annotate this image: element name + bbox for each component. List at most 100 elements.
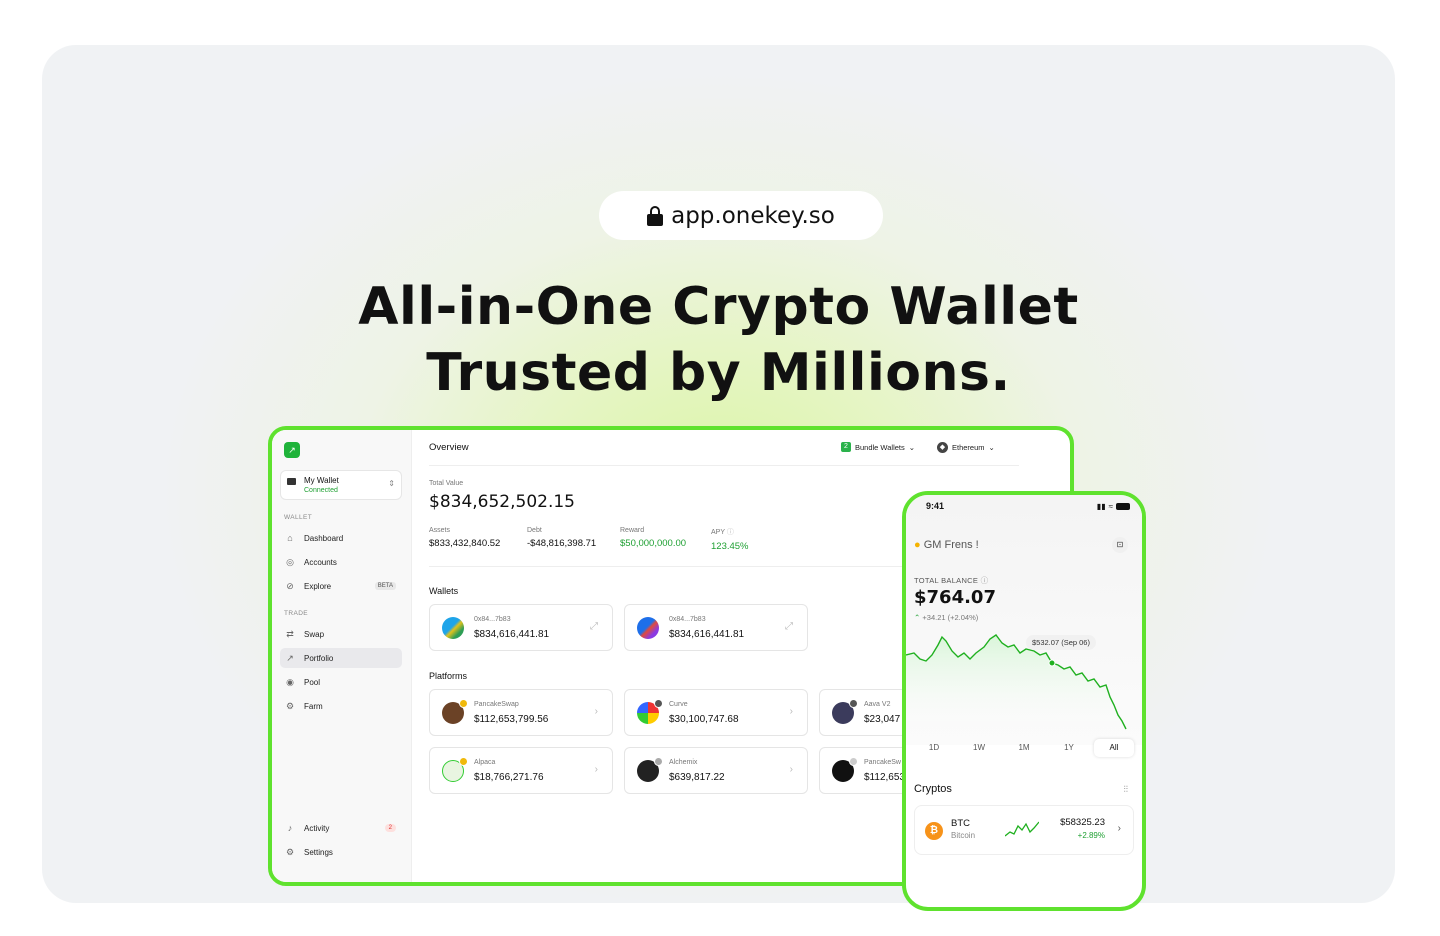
info-icon[interactable]: ⓘ: [727, 529, 734, 536]
platform-name: PancakeSw: [864, 759, 901, 766]
sidebar-item-accounts[interactable]: ◎ Accounts: [280, 552, 402, 572]
platform-card[interactable]: Alchemix $639,817.22 ›: [624, 747, 808, 794]
platforms-section-title: Platforms: [429, 671, 468, 681]
platform-name: Curve: [669, 701, 688, 708]
sidebar-item-farm[interactable]: ⚙ Farm: [280, 696, 402, 716]
crypto-name: Bitcoin: [951, 831, 976, 840]
expand-icon[interactable]: ⤢: [785, 621, 793, 632]
total-balance-label: TOTAL BALANCE ⓘ: [914, 575, 988, 586]
balance-change-text: +34.21 (+2.04%): [922, 613, 979, 622]
range-all[interactable]: All: [1094, 739, 1134, 757]
status-time: 9:41: [926, 501, 945, 511]
page-title: Overview: [429, 442, 469, 453]
expand-icon[interactable]: ⤢: [590, 621, 598, 632]
platform-value: $112,653,799.56: [474, 714, 549, 725]
cryptos-title: Cryptos: [914, 783, 952, 795]
wallet-card[interactable]: 0x84...7b83 $834,616,441.81 ⤢: [429, 604, 613, 651]
scan-icon[interactable]: ⊡: [1112, 537, 1128, 553]
info-icon[interactable]: ⓘ: [981, 576, 989, 585]
greeting-text: GM Frens !: [923, 539, 979, 551]
beta-badge: BETA: [374, 582, 396, 590]
platform-value: $23,047: [864, 714, 901, 725]
ethereum-chain-icon: [654, 757, 663, 766]
sidebar-item-label: Accounts: [304, 557, 337, 567]
total-value: $834,652,502.15: [429, 492, 576, 512]
balance-change: ⌃ +34.21 (+2.04%): [914, 613, 978, 622]
wallet-address: 0x84...7b83: [474, 616, 511, 623]
chart-marker: [1048, 659, 1056, 667]
range-1y[interactable]: 1Y: [1049, 739, 1089, 757]
sidebar-item-label: Activity: [304, 823, 330, 833]
status-indicators: ▮▮ ≈: [1097, 502, 1130, 511]
ethereum-chain-icon: [654, 699, 663, 708]
platform-name: PancakeSwap: [474, 701, 519, 708]
stat-debt: Debt -$48,816,398.71: [527, 527, 596, 549]
sidebar-item-pool[interactable]: ◉ Pool: [280, 672, 402, 692]
platform-card[interactable]: Alpaca $18,766,271.76 ›: [429, 747, 613, 794]
chevron-right-icon: ›: [594, 764, 598, 775]
bell-icon: ♪: [287, 823, 293, 833]
pool-icon: ◉: [286, 677, 294, 687]
tractor-icon: ⚙: [285, 701, 295, 711]
sidebar-item-label: Dashboard: [304, 533, 344, 543]
platform-name: Aava V2: [864, 701, 891, 708]
stat-value: $833,432,840.52: [429, 538, 501, 549]
smile-emoji-icon: ●: [914, 539, 921, 551]
stat-label: Assets: [429, 527, 451, 534]
crypto-price: $58325.23: [1060, 817, 1105, 828]
stat-reward: Reward $50,000,000.00: [620, 527, 686, 549]
wallets-section-title: Wallets: [429, 586, 459, 596]
onekey-logo-icon[interactable]: ↗: [284, 442, 300, 458]
signal-icon: ▮▮: [1096, 502, 1106, 511]
network-dropdown[interactable]: ◆ Ethereum ⌄: [937, 442, 995, 453]
url-pill[interactable]: app.onekey.so: [599, 191, 883, 240]
platform-card[interactable]: Curve $30,100,747.68 ›: [624, 689, 808, 736]
swap-arrows-icon: ⇄: [286, 629, 294, 639]
bnb-chain-icon: [459, 757, 468, 766]
stat-label: Reward: [620, 527, 645, 534]
crypto-symbol: BTC: [951, 818, 970, 829]
stat-value: $50,000,000.00: [620, 538, 687, 549]
wallet-value: $834,616,441.81: [669, 629, 745, 640]
range-1w[interactable]: 1W: [959, 739, 999, 757]
battery-icon: [1116, 503, 1130, 510]
wallet-card[interactable]: 0x84...7b83 $834,616,441.81 ⤢: [624, 604, 808, 651]
sidebar-item-label: Farm: [304, 701, 323, 711]
range-1m[interactable]: 1M: [1004, 739, 1044, 757]
wallet-status: Connected: [304, 487, 338, 494]
sidebar-item-explore[interactable]: ⊘ Explore BETA: [280, 576, 402, 596]
balance-chart[interactable]: [906, 625, 1142, 735]
platform-value: $30,100,747.68: [669, 714, 739, 725]
range-1d[interactable]: 1D: [914, 739, 954, 757]
wallet-address: 0x84...7b83: [669, 616, 706, 623]
filter-sliders-icon[interactable]: ⫶⫶: [1123, 784, 1128, 795]
platform-card[interactable]: PancakeSwap $112,653,799.56 ›: [429, 689, 613, 736]
bitcoin-icon: ₿: [925, 822, 943, 840]
sidebar-item-settings[interactable]: ⚙ Settings: [280, 842, 402, 862]
platform-value: $639,817.22: [669, 772, 725, 783]
bundle-wallets-dropdown[interactable]: 2 Bundle Wallets ⌄: [841, 442, 915, 452]
wallet-selector[interactable]: My Wallet Connected ⇕: [280, 470, 402, 500]
chevron-updown-icon: ⇕: [388, 479, 395, 488]
platform-name: Alchemix: [669, 759, 698, 766]
sidebar-item-swap[interactable]: ⇄ Swap: [280, 624, 402, 644]
sidebar-item-dashboard[interactable]: ⌂ Dashboard: [280, 528, 402, 548]
total-balance-label-text: TOTAL BALANCE: [914, 576, 979, 585]
total-value-label: Total Value: [429, 480, 464, 487]
sidebar-item-label: Settings: [304, 847, 333, 857]
stat-assets: Assets $833,432,840.52: [429, 527, 500, 549]
sidebar-item-label: Portfolio: [304, 653, 334, 663]
stat-label: Debt: [527, 527, 542, 534]
lock-icon: [647, 205, 664, 226]
headline-line-2: Trusted by Millions.: [426, 343, 1011, 403]
crypto-row-btc[interactable]: ₿ BTC Bitcoin $58325.23 +2.89% ›: [914, 805, 1134, 855]
chart-tooltip: $532.07 (Sep 06): [1026, 635, 1096, 650]
headline-line-1: All-in-One Crypto Wallet: [358, 277, 1079, 337]
home-icon: ⌂: [287, 533, 293, 543]
stat-apy: APY ⓘ 123.45%: [711, 527, 749, 552]
bundle-count-badge: 2: [841, 442, 851, 452]
sidebar-item-activity[interactable]: ♪ Activity 2: [280, 818, 402, 838]
sidebar-item-portfolio[interactable]: ↗ Portfolio: [280, 648, 402, 668]
section-label-wallet: WALLET: [284, 514, 313, 521]
stat-label-apy: APY ⓘ: [711, 527, 749, 537]
